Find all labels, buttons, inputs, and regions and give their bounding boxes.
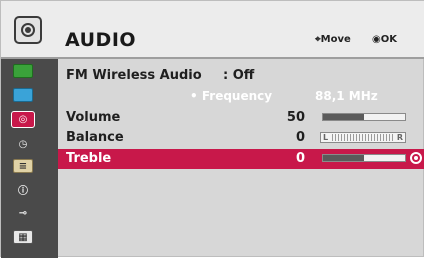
info-icon: ⓘ [18,185,28,197]
sidebar-item-option[interactable]: ⓘ [13,182,33,197]
ok-button-icon: ◉ [372,34,381,45]
balance-value: 0 [295,130,305,145]
sidebar-item-movie[interactable]: ▦ [13,230,33,244]
volume-slider[interactable] [322,113,406,121]
treble-value: 0 [295,151,305,166]
move-hint: ⌖Move [315,34,351,45]
balance-right-label: R [396,133,403,142]
menu-header: AUDIO ⌖Move ◉OK [1,1,424,59]
balance-slider[interactable]: L R [320,132,406,143]
balance-ticks [332,134,394,141]
fm-wireless-audio-label: FM Wireless Audio [66,68,202,83]
sidebar-item-screen[interactable] [13,88,33,102]
audio-speaker-icon [14,16,42,44]
sidebar-item-picture[interactable] [13,64,33,78]
clapperboard-icon: ▦ [18,231,28,243]
balance-label: Balance [66,130,124,145]
frequency-value: 88,1 MHz [315,89,378,103]
fm-wireless-audio-value: : Off [223,68,255,83]
page-title: AUDIO [65,29,137,51]
treble-slider-fill [323,155,364,161]
sidebar-item-input[interactable]: ⊸ [13,206,33,220]
clock-icon: ◷ [18,138,28,150]
ok-select-icon [410,152,422,164]
fm-wireless-audio-row[interactable]: FM Wireless Audio : Off [58,67,424,85]
audio-settings-list: FM Wireless Audio : Off • Frequency 88,1… [58,59,424,258]
sidebar-item-time[interactable]: ◷ [13,137,33,151]
treble-label: Treble [66,151,112,166]
setup-icon: ≡ [18,160,28,172]
screen-icon [14,89,32,101]
frequency-label: • Frequency [190,89,273,103]
audio-osd-menu: AUDIO ⌖Move ◉OK ◎ ◷ ≡ ⓘ ⊸ ▦ FM Wireless … [0,0,424,258]
sidebar-item-audio[interactable]: ◎ [11,111,35,128]
audio-icon: ◎ [18,114,28,125]
volume-value: 50 [286,110,305,125]
sidebar-item-setup[interactable]: ≡ [13,159,33,173]
ok-hint: ◉OK [372,34,397,45]
treble-slider[interactable] [322,154,406,162]
balance-left-label: L [323,133,329,142]
volume-label: Volume [66,110,121,125]
category-sidebar: ◎ ◷ ≡ ⓘ ⊸ ▦ [1,59,58,258]
volume-slider-fill [323,114,364,120]
input-plug-icon: ⊸ [18,207,28,219]
picture-icon [14,65,32,77]
